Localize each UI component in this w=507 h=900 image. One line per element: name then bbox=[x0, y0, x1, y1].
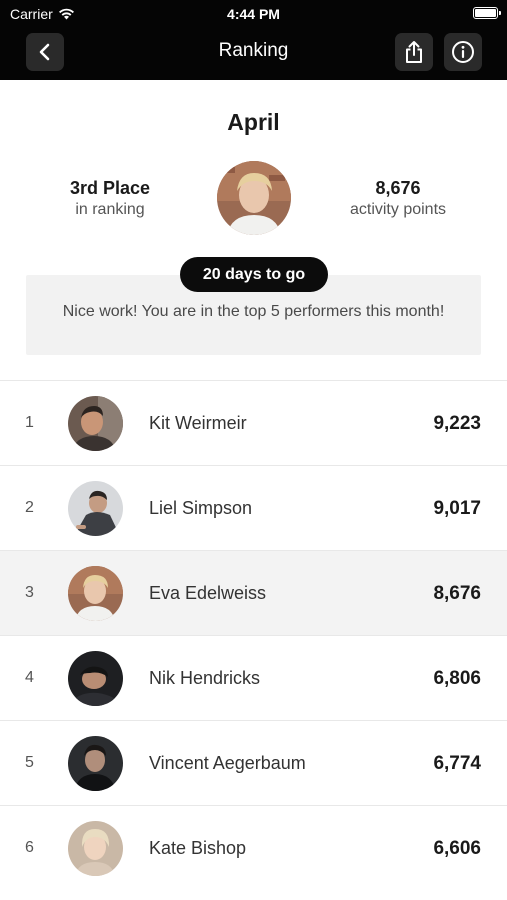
user-avatar-image bbox=[217, 161, 291, 235]
ranking-row-3[interactable]: 3 Eva Edelweiss 8,676 bbox=[0, 550, 507, 635]
rank-number: 2 bbox=[25, 499, 34, 516]
points-value: 8,676 bbox=[375, 178, 421, 198]
place-value: 3rd Place bbox=[69, 178, 151, 198]
ranking-row-2[interactable]: 2 Liel Simpson 9,017 bbox=[0, 465, 507, 550]
rank-number: 5 bbox=[25, 754, 34, 771]
points-subtitle: activity points bbox=[349, 201, 447, 218]
rank-number: 3 bbox=[25, 584, 34, 601]
month-title: April bbox=[227, 109, 280, 135]
rank-number: 4 bbox=[25, 669, 34, 686]
ranking-row-5[interactable]: 5 Vincent Aegerbaum 6,774 bbox=[0, 720, 507, 805]
member-name: Vincent Aegerbaum bbox=[149, 753, 306, 773]
status-bar: Carrier 4:44 PM bbox=[0, 0, 507, 28]
member-points: 8,676 bbox=[433, 583, 481, 604]
info-button[interactable] bbox=[444, 33, 482, 71]
ranking-row-6[interactable]: 6 Kate Bishop 6,606 bbox=[0, 805, 507, 890]
member-points: 9,223 bbox=[433, 413, 481, 434]
avatar bbox=[68, 821, 123, 876]
member-name: Kate Bishop bbox=[149, 838, 247, 858]
banner-text: Nice work! You are in the top 5 performe… bbox=[62, 303, 445, 320]
battery-icon bbox=[473, 7, 501, 19]
member-points: 6,774 bbox=[433, 753, 481, 774]
info-icon bbox=[452, 41, 474, 63]
user-avatar bbox=[217, 161, 291, 235]
nav-bar: Ranking bbox=[0, 30, 507, 74]
avatar bbox=[68, 481, 123, 536]
member-points: 6,806 bbox=[433, 668, 481, 689]
rank-number: 1 bbox=[25, 414, 34, 431]
status-time: 4:44 PM bbox=[227, 6, 280, 22]
top-bar: Carrier 4:44 PM Ranking bbox=[0, 0, 507, 80]
place-summary: 3rd Place in ranking bbox=[40, 178, 180, 219]
place-subtitle: in ranking bbox=[75, 201, 145, 218]
avatar bbox=[68, 651, 123, 706]
share-icon bbox=[406, 41, 422, 63]
countdown-badge: 20 days to go bbox=[180, 257, 328, 292]
member-points: 6,606 bbox=[433, 838, 481, 859]
points-summary: 8,676 activity points bbox=[328, 178, 468, 219]
rank-number: 6 bbox=[25, 839, 34, 856]
member-name: Liel Simpson bbox=[149, 498, 253, 518]
member-name: Eva Edelweiss bbox=[149, 583, 267, 603]
ranking-row-1[interactable]: 1 Kit Weirmeir 9,223 bbox=[0, 380, 507, 465]
avatar bbox=[68, 396, 123, 451]
ranking-list: 1 Kit Weirmeir 9,223 2 Liel Simpson 9,01… bbox=[0, 380, 507, 890]
share-button[interactable] bbox=[395, 33, 433, 71]
avatar bbox=[68, 736, 123, 791]
avatar bbox=[68, 566, 123, 621]
ranking-row-4[interactable]: 4 Nik Hendricks 6,806 bbox=[0, 635, 507, 720]
member-name: Nik Hendricks bbox=[149, 668, 261, 688]
member-name: Kit Weirmeir bbox=[149, 413, 247, 433]
member-points: 9,017 bbox=[433, 498, 481, 519]
